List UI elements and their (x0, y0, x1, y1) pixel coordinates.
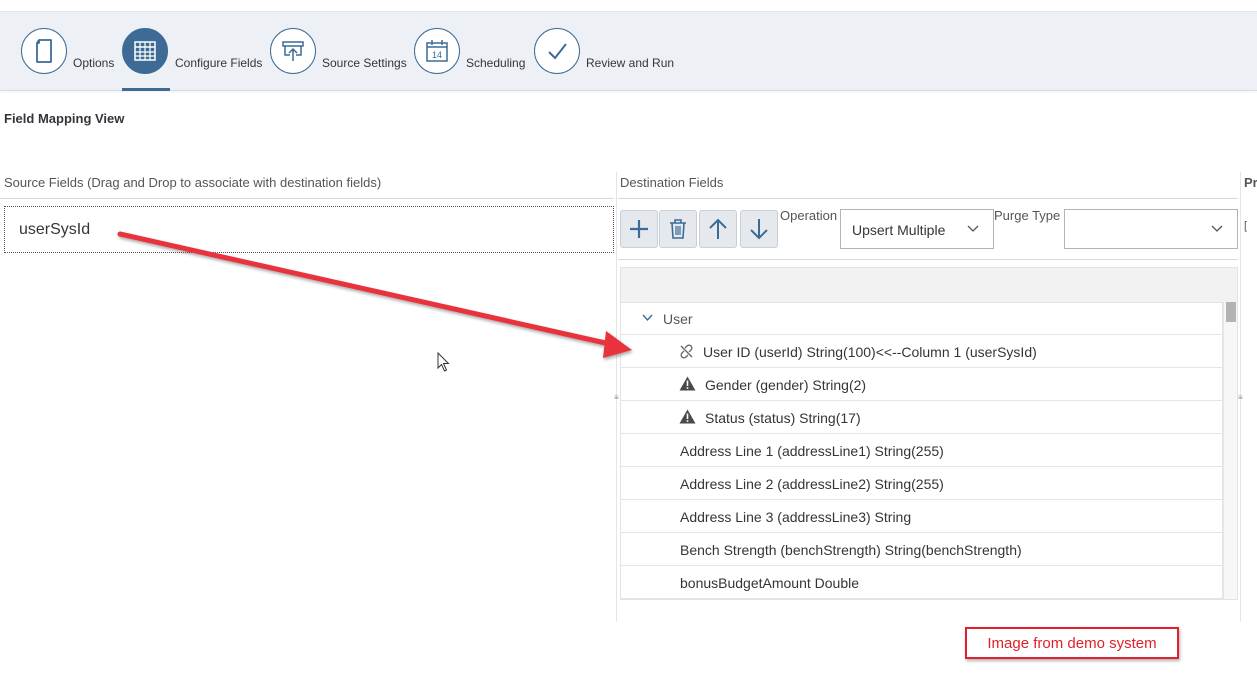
step-label: Scheduling (466, 56, 526, 70)
chevron-down-icon (1211, 225, 1223, 232)
upload-board-icon (270, 28, 316, 74)
tree-row[interactable]: Status (status) String(17) (621, 401, 1222, 434)
tree-row-label: Bench Strength (benchStrength) String(be… (680, 542, 1022, 558)
divider (618, 198, 1238, 199)
divider (0, 198, 614, 199)
move-down-button[interactable] (740, 210, 778, 248)
warning-icon (679, 376, 696, 391)
destination-fields-header: Destination Fields (620, 175, 724, 190)
tree-group-row[interactable]: User (621, 302, 1222, 335)
tree-row[interactable]: Address Line 2 (addressLine2) String(255… (621, 467, 1222, 500)
add-icon (630, 220, 648, 238)
destination-fields-tree: User User ID (userId) String(100)<<--Col… (620, 267, 1238, 600)
arrow-up-icon (709, 218, 727, 239)
tree-row-label: Gender (gender) String(2) (705, 377, 867, 393)
step-label: Source Settings (322, 56, 407, 70)
grid-icon (122, 28, 168, 74)
warning-icon (679, 409, 696, 424)
tree-row-label: Address Line 1 (addressLine1) String(255… (680, 443, 944, 459)
operation-label: Operation (780, 208, 838, 223)
active-step-indicator (122, 88, 170, 91)
tree-row[interactable]: Address Line 3 (addressLine3) String (621, 500, 1222, 533)
splitter-handle[interactable]: ≡ (614, 393, 619, 402)
operation-value: Upsert Multiple (852, 222, 946, 238)
next-panel-glyph: [ (1244, 220, 1248, 232)
tree-row-label: Status (status) String(17) (705, 410, 861, 426)
tree-header (621, 268, 1237, 303)
tree-row-label: User ID (userId) String(100)<<--Column 1… (703, 344, 1037, 360)
mouse-cursor-icon (437, 352, 450, 372)
purge-type-label: Purge Type (994, 208, 1061, 223)
tree-group-label: User (663, 311, 693, 327)
operation-select[interactable]: Upsert Multiple (840, 209, 994, 249)
tree-row-label: bonusBudgetAmount Double (680, 575, 860, 591)
demo-system-annotation: Image from demo system (965, 627, 1179, 659)
scrollbar-thumb[interactable] (1226, 302, 1236, 322)
step-label: Options (73, 56, 115, 70)
arrow-down-icon (750, 219, 768, 240)
source-field-item[interactable]: userSysId (4, 206, 614, 253)
source-fields-header: Source Fields (Drag and Drop to associat… (4, 175, 382, 190)
document-icon (21, 28, 67, 74)
next-panel-header: Pr (1244, 175, 1257, 190)
purge-type-select[interactable] (1064, 209, 1238, 249)
delete-button[interactable] (659, 210, 697, 248)
step-label: Configure Fields (175, 56, 263, 70)
link-icon (680, 344, 693, 359)
page-title: Field Mapping View (4, 111, 125, 126)
tree-row[interactable]: Address Line 1 (addressLine1) String(255… (621, 434, 1222, 467)
top-bar (0, 0, 1257, 12)
chevron-down-icon (967, 225, 979, 232)
tree-row[interactable]: Bench Strength (benchStrength) String(be… (621, 533, 1222, 566)
splitter-handle[interactable]: ≡ (1238, 393, 1243, 402)
trash-icon (670, 219, 686, 239)
checkmark-icon (534, 28, 580, 74)
divider (618, 259, 1238, 260)
step-label: Review and Run (586, 56, 675, 70)
tree-row[interactable]: Gender (gender) String(2) (621, 368, 1222, 401)
calendar-icon: 14 (414, 28, 460, 74)
tree-row-label: Address Line 2 (addressLine2) String(255… (680, 476, 944, 492)
tree-row[interactable]: User ID (userId) String(100)<<--Column 1… (621, 335, 1222, 368)
wizard-step-bar: Options Configure Fields Source Settings… (0, 12, 1257, 91)
calendar-day: 14 (432, 50, 442, 60)
tree-row-label: Address Line 3 (addressLine3) String (680, 509, 912, 525)
chevron-down-icon[interactable] (642, 314, 653, 322)
add-button[interactable] (620, 210, 658, 248)
tree-row[interactable]: bonusBudgetAmount Double (621, 566, 1222, 599)
move-up-button[interactable] (699, 210, 737, 248)
tree-scrollbar[interactable] (1223, 302, 1237, 599)
